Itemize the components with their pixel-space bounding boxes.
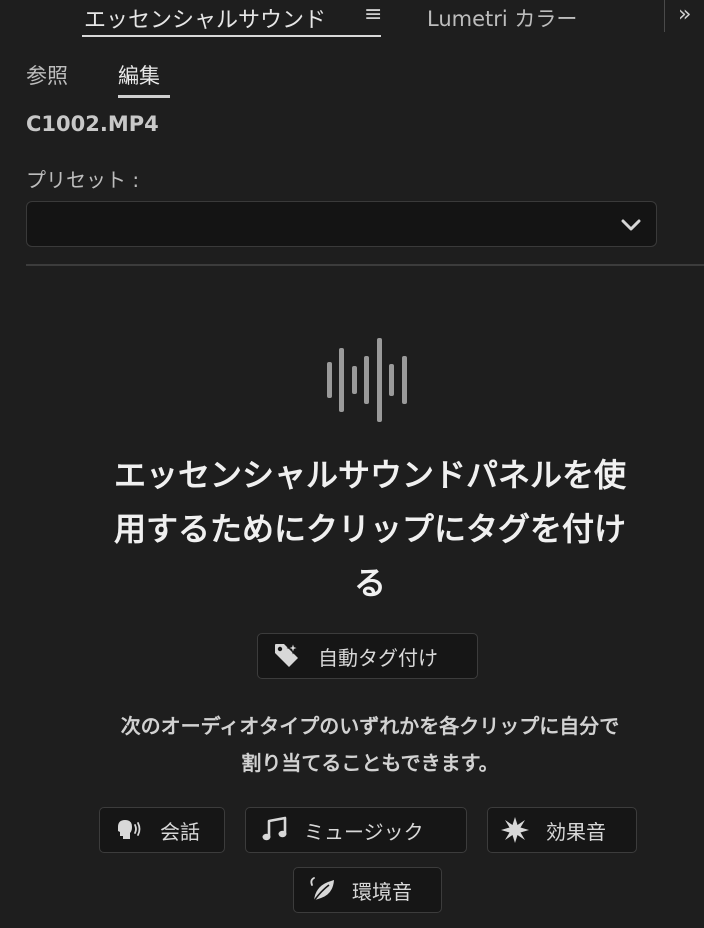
tab-reference[interactable]: 参照 <box>26 60 68 90</box>
tab-essential-sound-label: エッセンシャルサウンド <box>84 8 327 33</box>
sparkle-tag-icon <box>275 641 300 667</box>
preset-dropdown[interactable] <box>26 201 657 247</box>
headline-line: る <box>353 564 386 602</box>
tab-edit-label: 編集 <box>118 64 160 88</box>
section-divider <box>26 264 704 266</box>
sfx-button[interactable]: 効果音 <box>487 807 637 853</box>
headline-line: 用するためにクリップにタグを付け <box>113 510 626 548</box>
auto-tag-button-label: 自動タグ付け <box>318 645 438 670</box>
ambience-button-label: 環境音 <box>352 879 412 904</box>
tab-overflow-icon[interactable]: » <box>678 2 691 27</box>
burst-icon <box>501 817 529 843</box>
dialogue-button[interactable]: 会話 <box>99 807 225 853</box>
music-button[interactable]: ミュージック <box>245 807 467 853</box>
description-line: 次のオーディオタイプのいずれかを各クリップに自分で <box>120 714 620 738</box>
ambience-button[interactable]: 環境音 <box>293 867 442 913</box>
preset-label: プリセット : <box>26 168 140 192</box>
leaf-icon <box>310 877 334 902</box>
auto-tag-button[interactable]: 自動タグ付け <box>257 633 478 679</box>
music-note-icon <box>262 816 287 841</box>
chevron-down-icon <box>621 219 641 231</box>
headline-line: エッセンシャルサウンドパネルを使 <box>113 456 626 494</box>
music-button-label: ミュージック <box>304 819 424 844</box>
active-subtab-underline <box>118 95 170 98</box>
tab-lumetri-color[interactable]: Lumetri カラー <box>427 3 577 33</box>
empty-state-description: 次のオーディオタイプのいずれかを各クリップに自分で 割り当てることもできます。 <box>40 708 700 782</box>
tab-separator <box>664 0 665 32</box>
tab-edit[interactable]: 編集 <box>118 60 170 98</box>
panel-menu-icon[interactable]: ≡ <box>364 2 382 27</box>
clip-name: C1002.MP4 <box>26 112 159 136</box>
description-line: 割り当てることもできます。 <box>241 751 499 775</box>
waveform-icon <box>327 338 407 422</box>
speech-head-icon <box>118 820 141 839</box>
active-tab-underline <box>82 35 381 37</box>
panel-tab-bar: エッセンシャルサウンド ≡ Lumetri カラー » <box>0 0 704 38</box>
empty-state-headline: エッセンシャルサウンドパネルを使 用するためにクリップにタグを付け る <box>40 448 700 610</box>
sfx-button-label: 効果音 <box>546 819 606 844</box>
tab-essential-sound[interactable]: エッセンシャルサウンド ≡ <box>82 0 382 38</box>
dialogue-button-label: 会話 <box>160 819 200 844</box>
